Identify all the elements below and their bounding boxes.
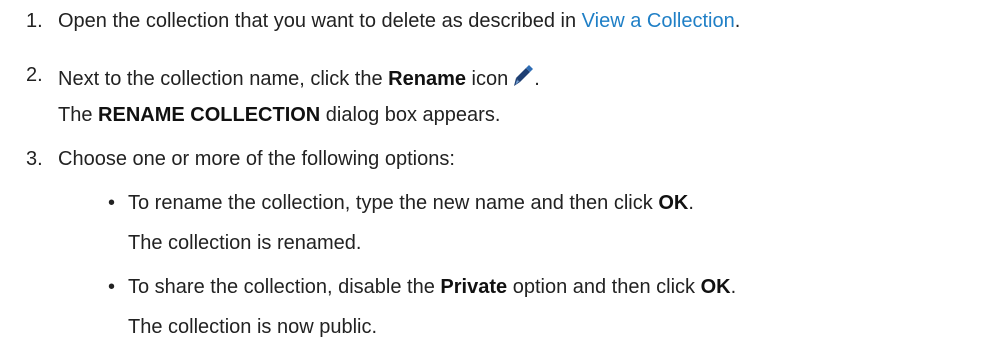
step-2-trailing: . xyxy=(534,68,540,90)
pencil-icon xyxy=(512,63,534,93)
step-2-text: Next to the collection name, click the R… xyxy=(58,63,540,93)
option-1-result: The collection is renamed. xyxy=(128,232,362,254)
step-3-text: Choose one or more of the following opti… xyxy=(58,148,455,170)
step-2-result-after: dialog box appears. xyxy=(320,104,501,126)
option-1-text-after: . xyxy=(688,192,694,214)
step-1-text-after: . xyxy=(734,10,741,32)
option-2-text-after: . xyxy=(730,276,737,298)
view-a-collection-link[interactable]: View a Collection xyxy=(582,10,735,32)
option-2-text-before: To share the collection, disable the xyxy=(128,276,441,298)
option-2-bullet: • xyxy=(108,276,116,298)
step-2-text-before: Next to the collection name, click the xyxy=(58,68,389,90)
step-1-text-before: Open the collection that you want to del… xyxy=(58,10,582,32)
step-2-result-before: The xyxy=(58,104,99,126)
step-number-3: 3. xyxy=(26,148,43,170)
rename-collection-label: RENAME COLLECTION xyxy=(98,104,321,126)
step-2-text-after: icon xyxy=(465,68,509,90)
option-1-ok-label: OK xyxy=(658,192,689,214)
option-2-result: The collection is now public. xyxy=(128,316,378,338)
step-number-1: 1. xyxy=(26,10,43,32)
option-2-text: To share the collection, disable the Pri… xyxy=(128,275,736,299)
option-2-text-middle: option and then click xyxy=(507,276,701,298)
step-1-text: Open the collection that you want to del… xyxy=(58,9,740,33)
step-number-2: 2. xyxy=(26,64,43,86)
option-1-text-before: To rename the collection, type the new n… xyxy=(128,192,659,214)
private-label: Private xyxy=(440,276,508,298)
rename-label: Rename xyxy=(388,68,466,90)
option-1-text: To rename the collection, type the new n… xyxy=(128,191,694,215)
step-2-result: The RENAME COLLECTION dialog box appears… xyxy=(58,103,500,127)
option-1-bullet: • xyxy=(108,192,116,214)
option-2-ok-label: OK xyxy=(700,276,731,298)
